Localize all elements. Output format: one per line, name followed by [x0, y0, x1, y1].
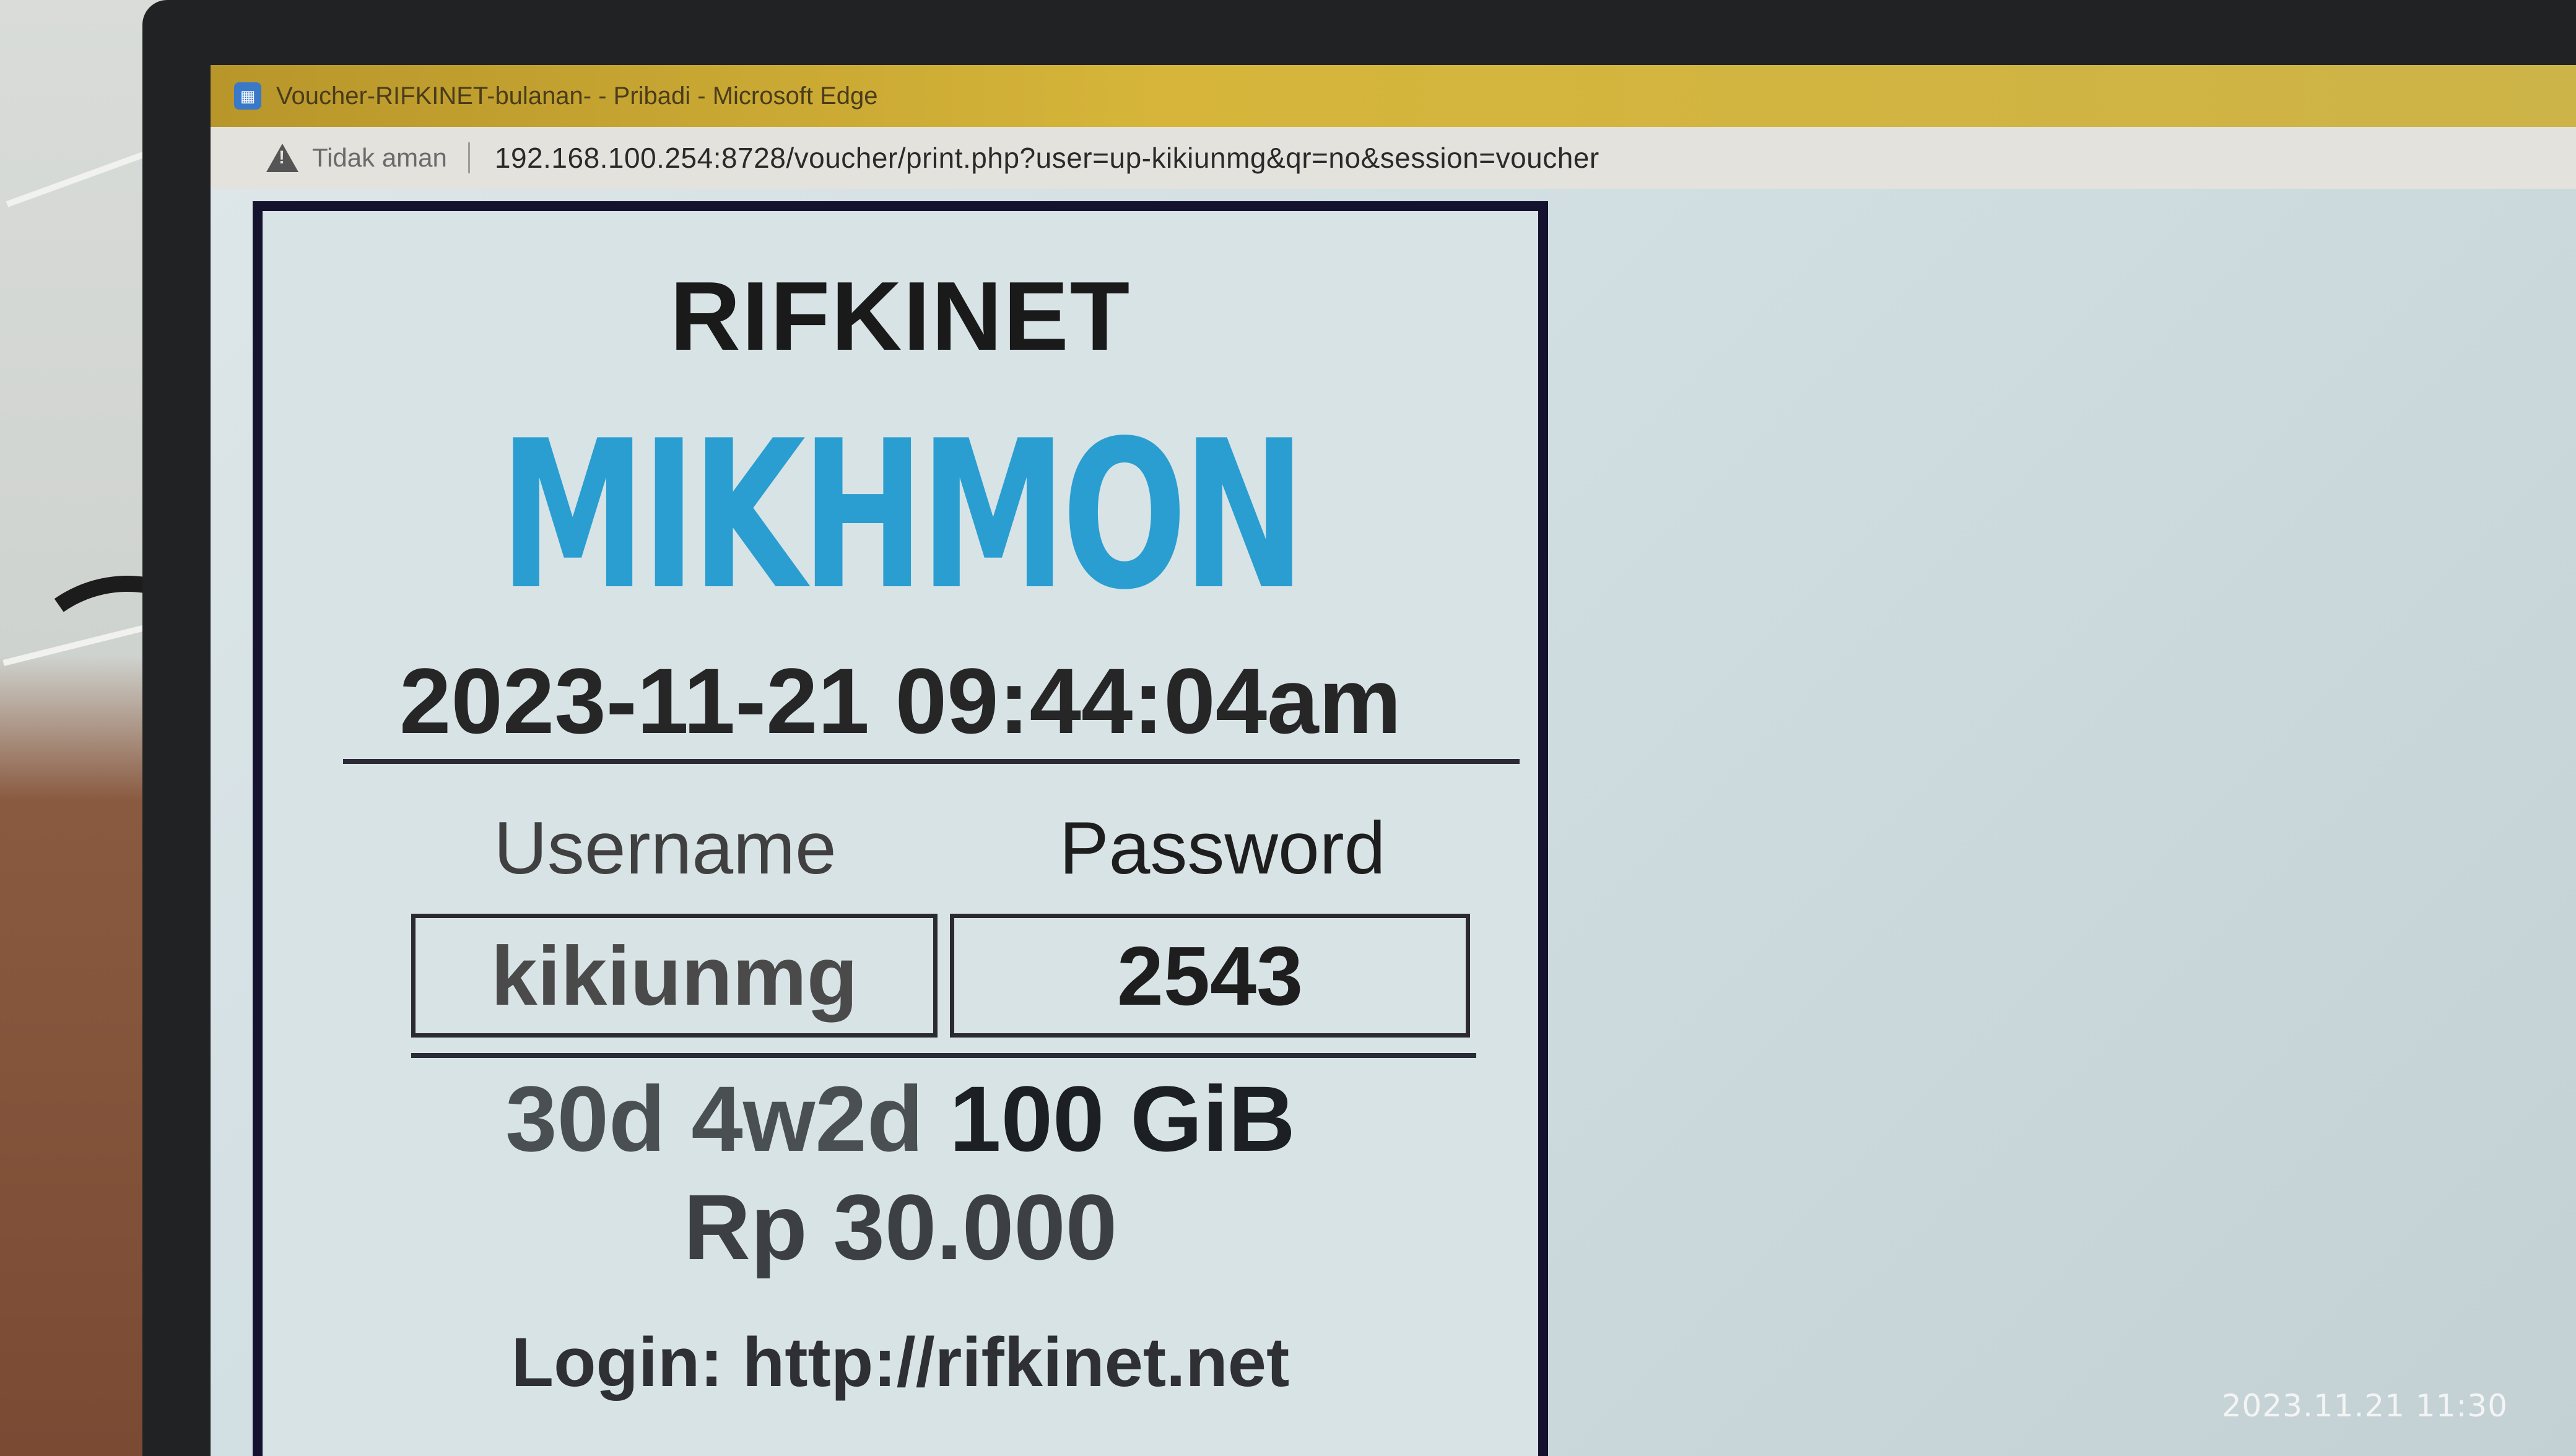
- divider: [411, 1053, 1476, 1058]
- plan-line: 30d 4w2d 100 GiB: [263, 1065, 1538, 1172]
- price-text: Rp 30.000: [683, 1175, 1118, 1279]
- voucher-card: RIFKINET MIKHMON 2023-11-21 09:44:04am U…: [253, 201, 1548, 1456]
- laptop-screen: ▦ Voucher-RIFKINET-bulanan- - Pribadi - …: [211, 65, 2576, 1456]
- address-bar[interactable]: Tidak aman 192.168.100.254:8728/voucher/…: [211, 127, 2576, 189]
- browser-titlebar: ▦ Voucher-RIFKINET-bulanan- - Pribadi - …: [211, 65, 2576, 127]
- username-label: Username: [494, 807, 837, 890]
- url-field[interactable]: 192.168.100.254:8728/voucher/print.php?u…: [495, 141, 1599, 175]
- quota-text: 100 GiB: [949, 1067, 1295, 1171]
- edge-page-icon: ▦: [234, 82, 261, 110]
- warning-triangle-icon[interactable]: [266, 144, 298, 172]
- address-separator: [468, 142, 470, 173]
- security-status[interactable]: Tidak aman: [312, 143, 447, 173]
- password-value: 2543: [950, 914, 1470, 1038]
- mikhmon-logo: MIKHMON: [499, 397, 1306, 635]
- window-title: Voucher-RIFKINET-bulanan- - Pribadi - Mi…: [276, 82, 878, 110]
- photo-timestamp: 2023.11.21 11:30: [2221, 1388, 2508, 1424]
- brand-name: RIFKINET: [669, 262, 1131, 371]
- voucher-datetime: 2023-11-21 09:44:04am: [399, 649, 1401, 753]
- divider: [343, 759, 1520, 764]
- login-url-text: Login: http://rifkinet.net: [511, 1324, 1290, 1401]
- page-viewport: RIFKINET MIKHMON 2023-11-21 09:44:04am U…: [211, 189, 2576, 1456]
- password-label: Password: [1059, 807, 1386, 890]
- validity-text: 30d 4w2d: [505, 1067, 924, 1171]
- username-value: kikiunmg: [411, 914, 938, 1038]
